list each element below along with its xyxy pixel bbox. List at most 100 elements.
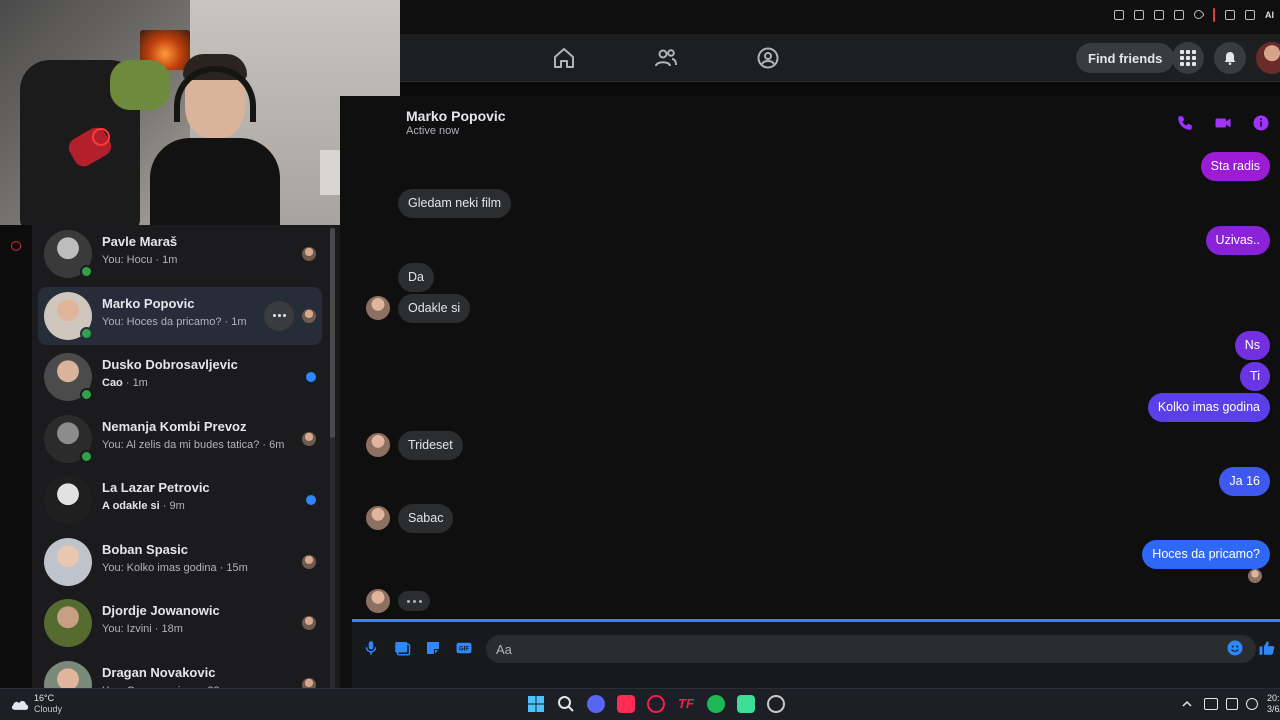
avatar[interactable]: [44, 660, 92, 688]
clock-time: 20:: [1267, 693, 1280, 703]
avatar[interactable]: [44, 599, 92, 647]
sent-message[interactable]: Kolko imas godina: [1147, 393, 1270, 422]
chat-list-scroll-thumb[interactable]: [330, 228, 335, 438]
separator: ·: [151, 623, 162, 635]
weather-description[interactable]: Cloudy: [34, 704, 62, 714]
seen-avatar: [302, 554, 316, 569]
info-icon[interactable]: [1252, 114, 1270, 132]
seen-avatar: [302, 616, 316, 630]
chat-time: 1m: [132, 377, 148, 389]
divider: [1213, 8, 1215, 22]
chevron-up-icon[interactable]: [1182, 699, 1192, 709]
received-message[interactable]: Sabac: [398, 504, 454, 533]
sender-avatar[interactable]: [366, 433, 390, 457]
chat-time: 15m: [226, 561, 248, 574]
capture-icon[interactable]: [1154, 10, 1164, 20]
notifications-button[interactable]: [1214, 42, 1246, 74]
search-icon[interactable]: [557, 695, 575, 713]
menu-button[interactable]: [1172, 42, 1204, 74]
phone-icon[interactable]: [1176, 114, 1194, 132]
sender-avatar[interactable]: [366, 506, 390, 530]
ai-icon[interactable]: AI: [1265, 10, 1274, 22]
opera-gx-icon[interactable]: [647, 695, 665, 713]
spotify-icon[interactable]: [707, 695, 725, 713]
sent-message[interactable]: Ns: [1234, 331, 1270, 360]
play-icon[interactable]: [1174, 10, 1184, 20]
emoji-icon[interactable]: [1226, 639, 1244, 657]
heart-icon[interactable]: [1192, 8, 1205, 21]
contact-name[interactable]: Marko Popovic: [406, 108, 506, 124]
weather-temperature[interactable]: 16°C: [34, 693, 54, 703]
profile-avatar[interactable]: [1256, 42, 1280, 74]
chat-app-icon[interactable]: [737, 695, 755, 713]
sent-message[interactable]: Hoces da pricamo?: [1142, 540, 1270, 569]
groups-icon[interactable]: [756, 46, 780, 70]
find-friends-button[interactable]: Find friends: [1076, 43, 1175, 73]
received-message[interactable]: Da: [398, 263, 434, 292]
message-input[interactable]: [486, 635, 1256, 663]
seen-avatar: [302, 247, 316, 261]
avatar[interactable]: [44, 476, 92, 524]
start-icon[interactable]: [527, 695, 545, 713]
chat-list-item[interactable]: Marko Popovic You: Hoces da pricamo? · 1m: [38, 286, 322, 345]
chat-preview: Cao · 1m: [102, 377, 148, 389]
chat-list-item[interactable]: Nemanja Kombi Prevoz You: Al zelis da mi …: [38, 410, 322, 468]
typing-indicator: [398, 591, 430, 611]
sent-message[interactable]: Ja 16: [1219, 467, 1270, 496]
discord-icon[interactable]: [587, 695, 605, 713]
received-message[interactable]: Odakle si: [398, 294, 471, 323]
cloud-icon[interactable]: [10, 697, 30, 711]
friends-icon[interactable]: [654, 46, 678, 70]
save-icon[interactable]: [1225, 10, 1235, 20]
photo-icon[interactable]: [393, 639, 411, 657]
network-icon[interactable]: [1204, 698, 1218, 710]
system-clock[interactable]: 20: 3/6/: [1267, 693, 1280, 715]
avatar[interactable]: [44, 537, 92, 586]
chat-list-item[interactable]: Dusko Dobrosavljevic Cao · 1m: [38, 348, 322, 406]
online-status-dot: [80, 326, 93, 340]
chat-time: 18m: [161, 623, 183, 635]
chat-name: Boban Spasic: [102, 541, 188, 557]
gif-icon[interactable]: GIF: [455, 639, 473, 657]
mic-icon[interactable]: [362, 639, 380, 657]
zoom-icon[interactable]: [1114, 10, 1124, 20]
chat-list-item[interactable]: Boban Spasic You: Kolko imas godina · 15m: [38, 533, 322, 591]
display-icon[interactable]: [1226, 698, 1238, 710]
volume-icon[interactable]: [1246, 698, 1258, 710]
chat-name: Pavle Maraš: [102, 234, 178, 249]
chat-preview-text: You: Izvini: [102, 623, 152, 635]
seen-avatar: [302, 677, 316, 688]
chat-list-item[interactable]: Pavle Maraš You: Hocu · 1m: [38, 225, 322, 283]
pin-icon[interactable]: [1134, 10, 1144, 20]
message-composer: GIF: [352, 622, 1280, 688]
obs-icon[interactable]: [767, 695, 785, 713]
received-message[interactable]: Gledam neki film: [398, 189, 512, 218]
chat-preview: You: Hocu · 1m: [102, 254, 177, 266]
tiktok-icon[interactable]: [617, 695, 635, 713]
left-sidebar-strip: [0, 225, 32, 688]
sent-message[interactable]: Ti: [1240, 362, 1270, 391]
seen-avatar: [302, 431, 316, 446]
sent-message[interactable]: Sta radis: [1200, 152, 1270, 181]
chat-list-item[interactable]: Dragan NovakovicYou: O cemu pricas · 22m: [38, 656, 322, 688]
chat-list-item[interactable]: Djordje Jowanowic You: Izvini · 18m: [38, 594, 322, 652]
video-icon[interactable]: [1214, 114, 1232, 132]
tf-icon[interactable]: TF: [677, 695, 695, 713]
home-icon[interactable]: [552, 46, 576, 70]
separator: ·: [122, 377, 133, 389]
more-options-button[interactable]: [264, 300, 294, 331]
received-message[interactable]: Trideset: [398, 431, 463, 460]
sent-message[interactable]: Uzivas..: [1205, 226, 1270, 255]
sender-avatar[interactable]: [366, 589, 390, 613]
browser-tools: AI: [1114, 8, 1280, 22]
download-icon[interactable]: [1245, 10, 1255, 20]
conversation-panel: [340, 96, 1280, 688]
webcam-streamer: [150, 54, 280, 225]
like-icon[interactable]: [1258, 639, 1276, 657]
separator: ·: [216, 561, 227, 574]
chat-list-item[interactable]: La Lazar Petrovic A odakle si · 9m: [38, 471, 322, 529]
sticker-icon[interactable]: [424, 639, 442, 657]
settings-icon[interactable]: [11, 241, 21, 251]
sender-avatar[interactable]: [366, 296, 390, 320]
online-status-dot: [80, 265, 93, 278]
